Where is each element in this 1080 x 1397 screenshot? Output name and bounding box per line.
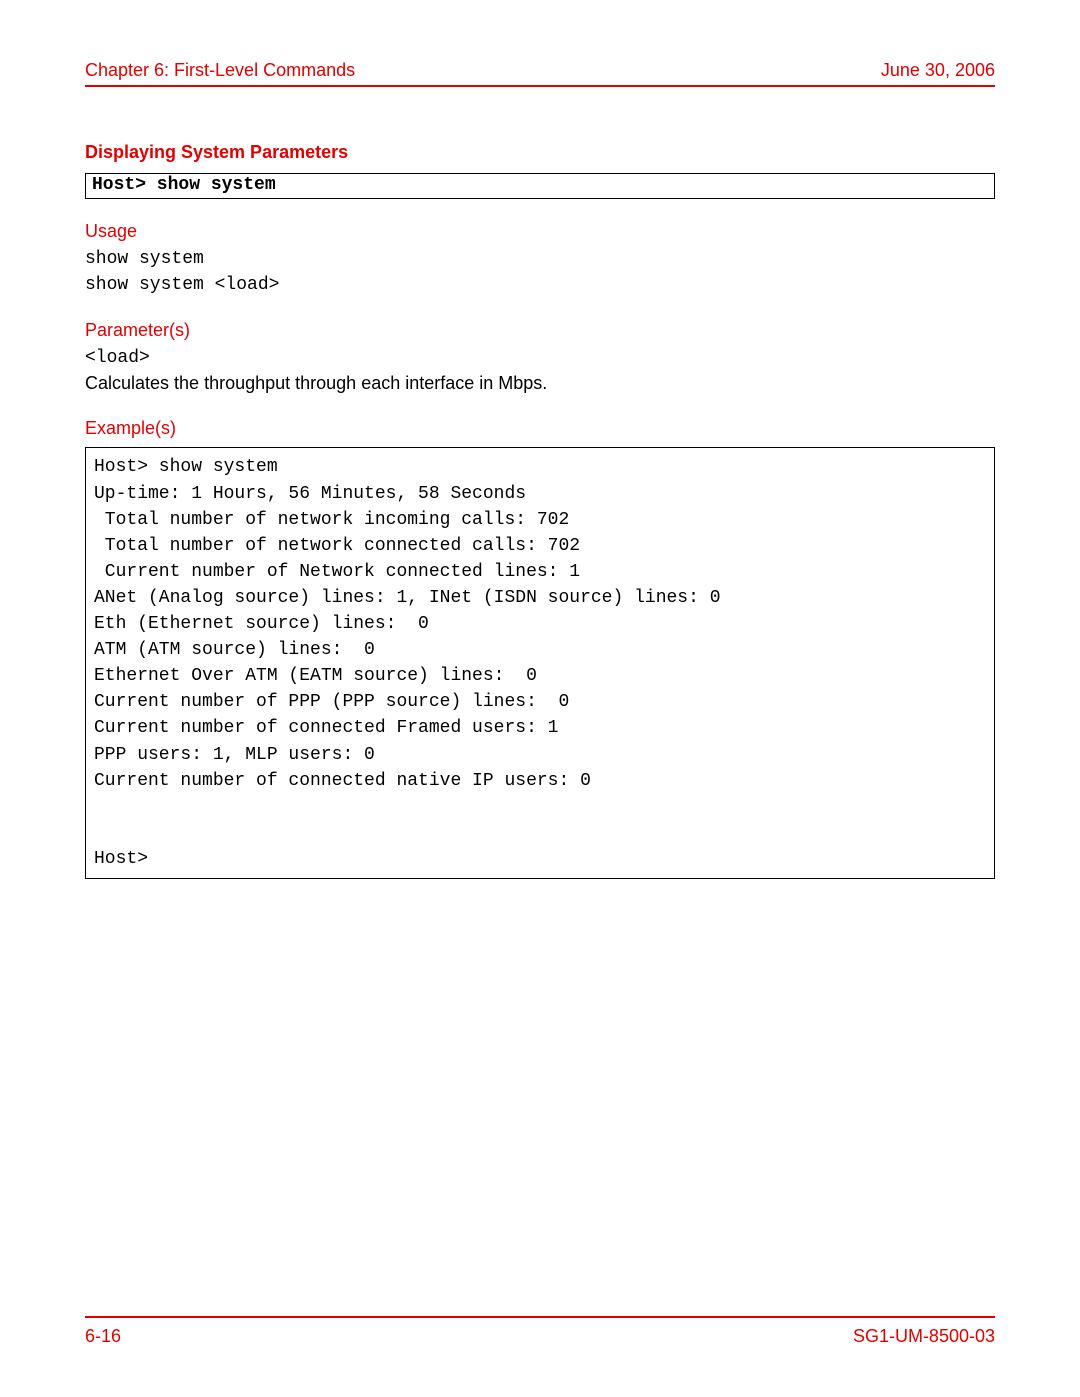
header-rule [85, 85, 995, 87]
page-header: Chapter 6: First-Level Commands June 30,… [85, 60, 995, 81]
section-title: Displaying System Parameters [85, 142, 995, 163]
parameter-name: <load> [85, 345, 995, 371]
document-id: SG1-UM-8500-03 [853, 1326, 995, 1347]
footer-rule [85, 1316, 995, 1318]
document-page: Chapter 6: First-Level Commands June 30,… [0, 0, 1080, 1397]
chapter-title: Chapter 6: First-Level Commands [85, 60, 355, 81]
parameters-heading: Parameter(s) [85, 320, 995, 341]
example-box: Host> show system Up-time: 1 Hours, 56 M… [85, 447, 995, 879]
command-text: Host> show system [92, 175, 276, 195]
usage-lines: show system show system <load> [85, 246, 995, 298]
parameter-description: Calculates the throughput through each i… [85, 371, 995, 396]
page-number: 6-16 [85, 1326, 121, 1347]
examples-heading: Example(s) [85, 418, 995, 439]
example-output: Host> show system Up-time: 1 Hours, 56 M… [94, 454, 986, 872]
usage-heading: Usage [85, 221, 995, 242]
page-footer: 6-16 SG1-UM-8500-03 [85, 1316, 995, 1347]
header-date: June 30, 2006 [881, 60, 995, 81]
command-box: Host> show system [85, 173, 995, 199]
